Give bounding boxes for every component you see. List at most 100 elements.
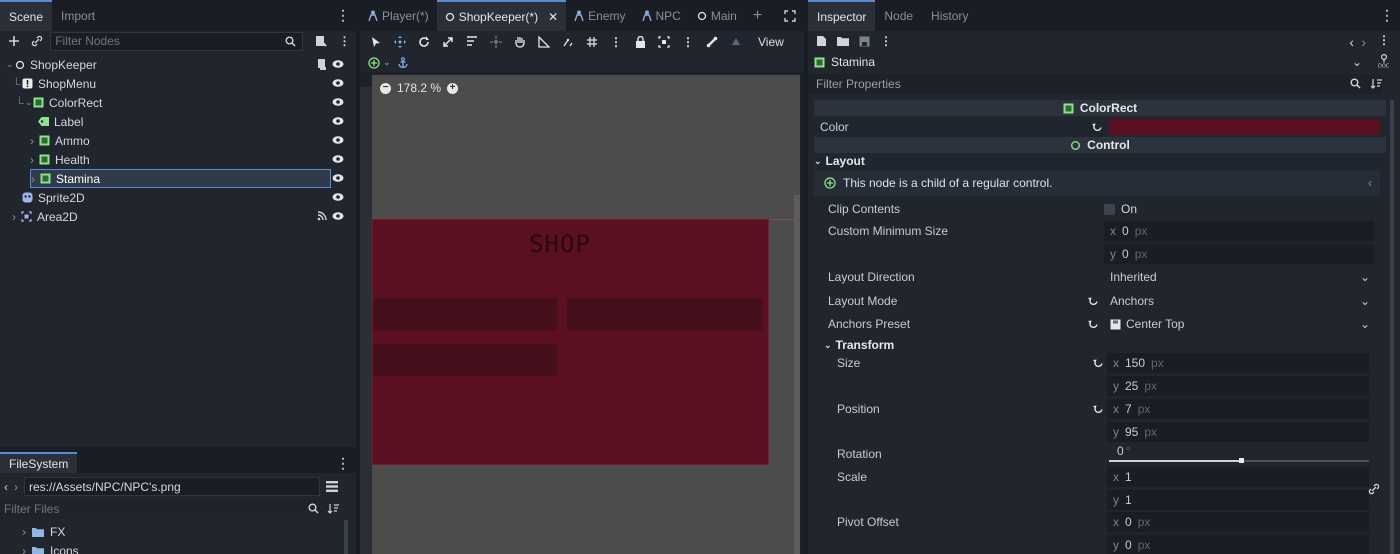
add-node-icon[interactable] xyxy=(4,32,23,50)
tree-node-area2d[interactable]: › Area2D xyxy=(0,207,354,226)
ammo-bar[interactable] xyxy=(373,298,557,330)
position-x-field[interactable]: x 7 px xyxy=(1107,399,1369,419)
color-swatch[interactable] xyxy=(1109,119,1380,135)
left-splitter[interactable] xyxy=(356,0,360,554)
stamina-bar[interactable] xyxy=(373,344,557,376)
list-view-icon[interactable] xyxy=(326,481,338,492)
signal-icon[interactable] xyxy=(317,211,327,221)
doc-icon[interactable]: DOC xyxy=(1378,54,1390,68)
transform-group[interactable]: ⌄ Transform xyxy=(824,337,894,353)
tree-node-stamina[interactable]: › Stamina xyxy=(30,169,331,188)
position-y-field[interactable]: y 95 px xyxy=(1107,422,1369,442)
filter-nodes-input[interactable] xyxy=(50,31,303,51)
layout-mode-dropdown[interactable]: Anchors ⌄ xyxy=(1104,291,1374,311)
zoom-in-icon[interactable]: + xyxy=(447,82,459,94)
pivot-offset-y-field[interactable]: y 0 px xyxy=(1107,535,1369,554)
distraction-free-icon[interactable] xyxy=(776,0,804,31)
revert-icon[interactable] xyxy=(1093,404,1107,415)
inspector-menu-icon[interactable]: ⋮ xyxy=(1380,8,1394,22)
pivot-tool-icon[interactable] xyxy=(486,33,506,51)
group-icon[interactable] xyxy=(654,33,674,51)
tab-filesystem[interactable]: FileSystem xyxy=(0,452,78,473)
link-scale-icon[interactable] xyxy=(1368,483,1380,495)
viewport-scrollbar[interactable] xyxy=(794,195,800,554)
canvas-viewport[interactable]: − 178.2 % + SHOP xyxy=(372,75,800,554)
expand-arrow-icon[interactable]: › xyxy=(22,525,26,539)
vertical-ruler[interactable] xyxy=(360,87,372,554)
tree-node-ammo[interactable]: › Ammo xyxy=(0,131,354,150)
scene-tab-player[interactable]: Player(*) xyxy=(360,0,437,31)
visibility-eye-icon[interactable] xyxy=(332,192,344,202)
expand-arrow-icon[interactable]: › xyxy=(30,153,39,167)
visibility-eye-icon[interactable] xyxy=(332,97,344,107)
expand-arrow-icon[interactable]: › xyxy=(12,210,21,224)
snap-options-icon[interactable]: ⋮ xyxy=(606,33,626,51)
health-bar[interactable] xyxy=(567,298,763,330)
custom-min-size-y-field[interactable]: y 0 px xyxy=(1104,244,1374,264)
visibility-eye-icon[interactable] xyxy=(332,154,344,164)
tree-node-shopkeeper[interactable]: ⌄ ShopKeeper xyxy=(0,55,354,74)
layout-direction-dropdown[interactable]: Inherited ⌄ xyxy=(1104,267,1374,287)
back-arrow-icon[interactable]: ‹ xyxy=(4,480,8,494)
selected-object-dropdown[interactable]: Stamina ⌄ xyxy=(814,52,1362,72)
tree-node-label-node[interactable]: Label xyxy=(0,112,354,131)
revert-icon[interactable] xyxy=(1093,358,1107,369)
tree-menu-icon[interactable]: ⋮ xyxy=(335,32,354,50)
filter-options-icon[interactable] xyxy=(1370,78,1382,89)
smart-snap-icon[interactable] xyxy=(558,33,578,51)
link-icon[interactable] xyxy=(27,32,46,50)
path-field[interactable]: res://Assets/NPC/NPC's.png xyxy=(24,477,320,496)
tab-history[interactable]: History xyxy=(922,0,977,31)
lock-icon[interactable] xyxy=(630,33,650,51)
right-splitter[interactable] xyxy=(804,0,808,554)
slider-grabber[interactable] xyxy=(1239,458,1244,463)
camera-override-icon[interactable] xyxy=(726,33,746,51)
expand-arrow-icon[interactable]: › xyxy=(22,544,26,554)
tree-node-sprite2d[interactable]: Sprite2D xyxy=(0,188,354,207)
visibility-eye-icon[interactable] xyxy=(332,211,344,221)
scale-tool-icon[interactable] xyxy=(438,33,458,51)
anchor-icon[interactable] xyxy=(397,56,409,69)
dock-divider[interactable] xyxy=(0,447,356,452)
revert-icon[interactable] xyxy=(1088,296,1104,307)
chevron-left-icon[interactable]: ‹ xyxy=(1368,176,1372,190)
rotate-tool-icon[interactable] xyxy=(414,33,434,51)
view-menu-button[interactable]: View xyxy=(758,35,784,49)
zoom-out-icon[interactable]: − xyxy=(380,82,391,94)
folder-icons[interactable]: › Icons xyxy=(22,541,79,554)
grid-snap-icon[interactable] xyxy=(582,33,602,51)
tab-node[interactable]: Node xyxy=(875,0,922,31)
select-tool-icon[interactable] xyxy=(366,33,386,51)
pivot-offset-x-field[interactable]: x 0 px xyxy=(1107,512,1369,532)
scale-x-field[interactable]: x1 xyxy=(1107,467,1369,487)
new-resource-icon[interactable] xyxy=(816,35,827,47)
anchors-preset-dropdown[interactable]: Center Top ⌄ xyxy=(1104,314,1374,334)
tree-node-health[interactable]: › Health xyxy=(0,150,354,169)
folder-fx[interactable]: › FX xyxy=(22,522,65,541)
rotation-slider[interactable]: 0 ° xyxy=(1107,444,1369,464)
tree-node-colorrect[interactable]: └ ⌄ ColorRect xyxy=(0,93,354,112)
history-back-icon[interactable]: ‹ xyxy=(1349,34,1354,50)
tab-import[interactable]: Import xyxy=(52,0,104,31)
open-folder-icon[interactable] xyxy=(837,36,849,46)
pan-tool-icon[interactable] xyxy=(510,33,530,51)
history-forward-icon[interactable]: › xyxy=(1361,34,1366,50)
object-menu-icon[interactable]: ⋮ xyxy=(1378,33,1390,47)
expand-arrow-icon[interactable]: › xyxy=(30,134,39,148)
revert-icon[interactable] xyxy=(1088,319,1104,330)
script-attached-icon[interactable] xyxy=(317,59,327,70)
visibility-eye-icon[interactable] xyxy=(332,78,344,88)
scene-tab-enemy[interactable]: Enemy xyxy=(566,0,633,31)
visibility-eye-icon[interactable] xyxy=(332,135,344,145)
revert-icon[interactable] xyxy=(1092,122,1103,133)
resource-menu-icon[interactable]: ⋮ xyxy=(880,34,892,48)
filter-properties-input[interactable]: Filter Properties xyxy=(808,74,1382,94)
sort-icon[interactable] xyxy=(327,503,339,514)
filter-files-input[interactable] xyxy=(0,499,330,518)
expand-arrow-icon[interactable]: › xyxy=(31,172,40,186)
add-scene-tab-icon[interactable]: + xyxy=(745,0,770,31)
forward-arrow-icon[interactable]: › xyxy=(14,480,18,494)
scene-tab-main[interactable]: Main xyxy=(689,0,745,31)
tab-inspector[interactable]: Inspector xyxy=(808,0,876,31)
custom-min-size-x-field[interactable]: x 0 px xyxy=(1104,221,1374,241)
